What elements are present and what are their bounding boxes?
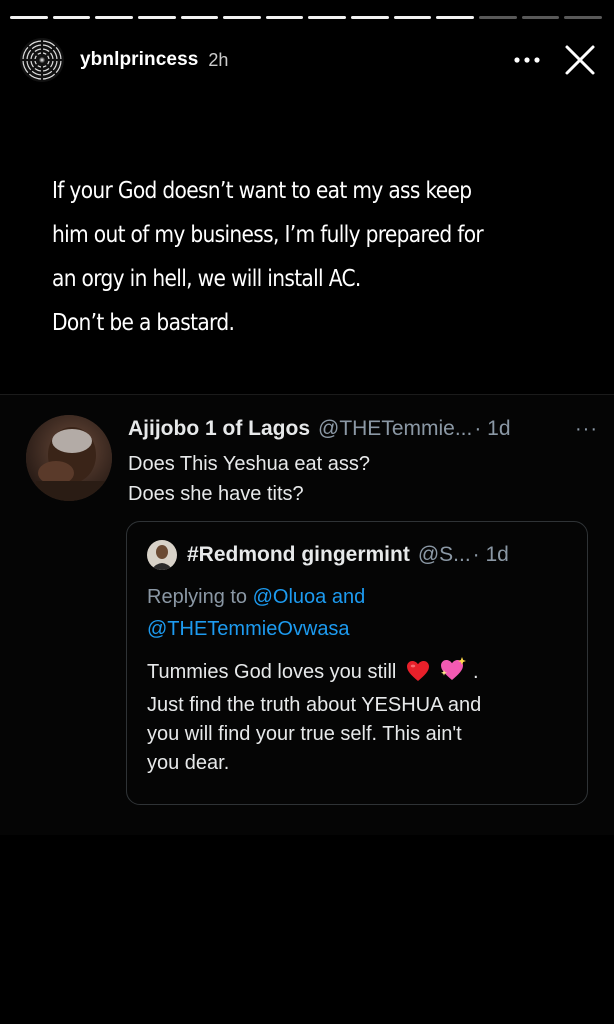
progress-segment — [52, 16, 91, 19]
progress-segment — [10, 16, 48, 19]
tweet-age: · 1d — [474, 417, 511, 440]
progress-segment — [180, 16, 219, 19]
story-caption: If your God doesn’t want to eat my ass k… — [52, 168, 516, 344]
caption-line: If your God doesn’t want to eat my ass k… — [52, 176, 472, 204]
story-time: 2h — [208, 49, 229, 70]
quoted-line: you will find your true self. This ain't — [147, 723, 462, 745]
quoted-line: Tummies God loves you still . — [147, 656, 571, 691]
tweet-more-icon: ··· — [575, 417, 598, 440]
caption-line: Don’t be a bastard. — [52, 308, 235, 336]
quoted-tweet-body: Tummies God loves you still . Just find … — [147, 656, 571, 778]
replying-to-line: @THETemmieOvwasa — [147, 618, 350, 641]
quoted-tweet-header: #Redmond gingermint @S... · 1d — [147, 540, 573, 570]
progress-segment — [137, 16, 176, 19]
caption-line: an orgy in hell, we will install AC. — [52, 264, 361, 292]
tweet-author-name: Ajijobo 1 of Lagos — [128, 417, 310, 440]
caption-line: him out of my business, I’m fully prepar… — [52, 220, 484, 248]
progress-segment — [223, 16, 261, 19]
replying-to-label: Replying to — [147, 586, 248, 608]
tweet-body: Does This Yeshua eat ass? Does she have … — [128, 449, 594, 509]
story-progress-bar — [10, 16, 602, 19]
quoted-avatar — [147, 540, 177, 570]
quoted-line-end: . — [473, 661, 479, 683]
tweet-header: Ajijobo 1 of Lagos @THETemmie... · 1d ··… — [128, 415, 598, 443]
quoted-author-name: #Redmond gingermint — [187, 543, 410, 566]
avatar[interactable] — [20, 38, 64, 82]
mention-connector: and — [331, 586, 366, 608]
progress-segment — [521, 16, 560, 19]
progress-segment — [393, 16, 432, 19]
tweet-card: Ajijobo 1 of Lagos @THETemmie... · 1d ··… — [0, 394, 614, 835]
quoted-line: Just find the truth about YESHUA and — [147, 694, 482, 716]
progress-segment — [265, 16, 304, 19]
progress-segment — [351, 16, 389, 19]
replying-to-line: Replying to @Oluoa and — [147, 586, 365, 609]
tweet-line: Does she have tits? — [128, 483, 304, 505]
tweet-author-handle: @THETemmie... — [318, 417, 473, 440]
mention-link: @Oluoa — [252, 586, 327, 608]
progress-segment — [95, 16, 133, 19]
tweet-line: Does This Yeshua eat ass? — [128, 453, 371, 475]
progress-segment — [564, 16, 602, 19]
quoted-line: you dear. — [147, 752, 230, 774]
story-username[interactable]: ybnlprincess — [80, 49, 198, 71]
close-icon[interactable] — [562, 42, 598, 78]
progress-segment — [479, 16, 517, 19]
quoted-age: · 1d — [472, 543, 509, 566]
more-options-icon[interactable] — [512, 45, 542, 75]
story-header: ybnlprincess 2h — [20, 36, 598, 84]
quoted-tweet: #Redmond gingermint @S... · 1d Replying … — [126, 521, 588, 805]
sparkling-heart-icon — [439, 656, 467, 691]
progress-segment — [436, 16, 475, 19]
tweet-avatar — [26, 415, 112, 501]
red-heart-icon — [406, 660, 430, 691]
mention-link: @THETemmieOvwasa — [147, 618, 350, 640]
quoted-author-handle: @S... — [417, 543, 471, 566]
quoted-line-text: Tummies God loves you still — [147, 661, 397, 683]
progress-segment — [308, 16, 347, 19]
